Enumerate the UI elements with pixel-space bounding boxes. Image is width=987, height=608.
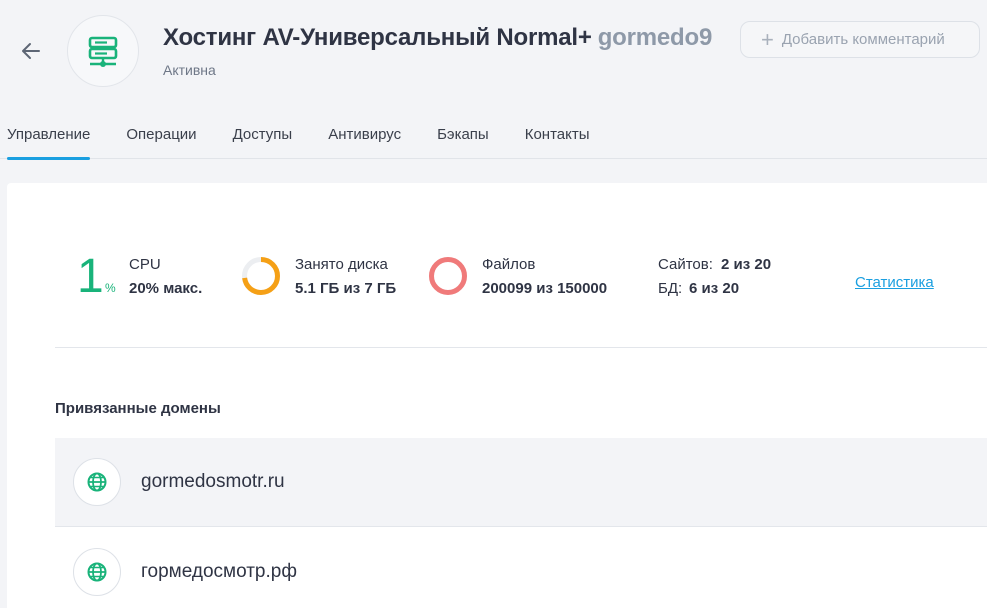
cpu-unit: %: [105, 281, 116, 295]
tab-contacts[interactable]: Контакты: [525, 114, 590, 159]
arrow-left-icon: [22, 43, 40, 59]
domain-icon-badge: [73, 547, 121, 596]
domain-row[interactable]: gormedosmotr.ru: [55, 438, 987, 527]
sites-label: Сайтов:: [658, 256, 713, 273]
service-username: gormedo9: [597, 24, 713, 51]
cpu-label: CPU: [129, 256, 161, 273]
plus-icon: +: [761, 26, 774, 52]
add-comment-label: Добавить комментарий: [781, 31, 945, 48]
tab-backups[interactable]: Бэкапы: [437, 114, 489, 159]
tab-access[interactable]: Доступы: [233, 114, 293, 159]
main-card: 1 % CPU 20% макс. Занято диска 5.1 ГБ из…: [7, 183, 987, 608]
files-usage-arc: [429, 257, 467, 295]
domain-name: гормедосмотр.рф: [141, 560, 297, 582]
globe-icon: [87, 562, 107, 581]
add-comment-button[interactable]: + Добавить комментарий: [740, 21, 980, 58]
files-usage-donut: [429, 257, 467, 295]
cpu-value: 1: [77, 250, 104, 303]
tab-management[interactable]: Управление: [7, 114, 91, 160]
db-label: БД:: [658, 280, 683, 297]
back-button[interactable]: [16, 36, 46, 66]
page: Хостинг AV-Универсальный Normal+ gormedo…: [0, 0, 987, 608]
domains-section-title: Привязанные домены: [55, 400, 221, 417]
files-label: Файлов: [482, 256, 536, 273]
tab-bar: Управление Операции Доступы Антивирус Бэ…: [0, 114, 987, 160]
domain-icon-badge: [73, 458, 121, 506]
disk-usage-donut: [242, 257, 280, 295]
divider: [55, 347, 987, 348]
statistics-link[interactable]: Статистика: [855, 274, 934, 291]
sites-value: 2 из 20: [721, 256, 772, 273]
db-value: 6 из 20: [689, 280, 740, 297]
globe-icon: [87, 472, 107, 492]
domain-row[interactable]: гормедосмотр.рф: [55, 527, 987, 608]
tab-antivirus[interactable]: Антивирус: [328, 114, 401, 159]
tab-operations[interactable]: Операции: [126, 114, 196, 159]
disk-label: Занято диска: [295, 256, 388, 273]
status-text: Активна: [163, 62, 216, 78]
service-logo: [67, 15, 139, 87]
files-value: 200099 из 150000: [482, 280, 608, 297]
disk-value: 5.1 ГБ из 7 ГБ: [295, 280, 397, 297]
service-title: Хостинг AV-Универсальный Normal+: [163, 24, 592, 51]
page-title: Хостинг AV-Универсальный Normal+ gormedo…: [163, 24, 712, 52]
cpu-max: 20% макс.: [129, 280, 203, 297]
stats-panel: 1 % CPU 20% макс. Занято диска 5.1 ГБ из…: [55, 253, 987, 313]
server-icon: [88, 36, 118, 67]
domain-name: gormedosmotr.ru: [141, 471, 285, 492]
